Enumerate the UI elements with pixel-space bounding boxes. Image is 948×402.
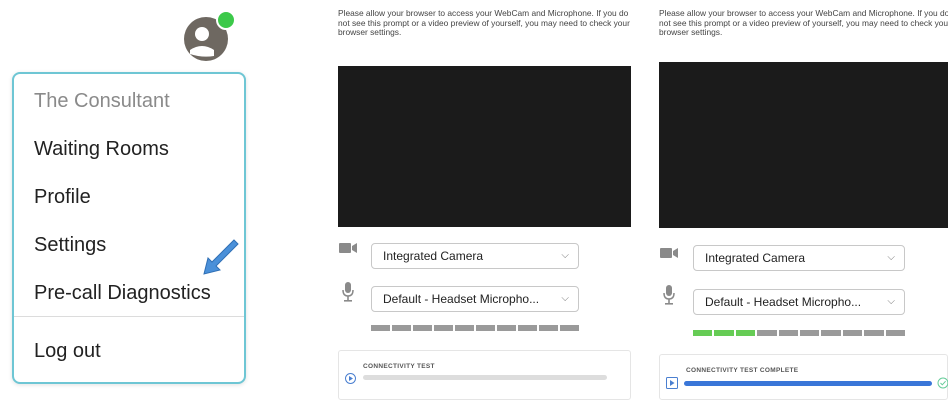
microphone-icon bbox=[342, 282, 354, 302]
level-segment bbox=[560, 325, 579, 331]
camera-icon bbox=[660, 248, 678, 258]
level-segment bbox=[864, 330, 884, 336]
online-status-icon bbox=[216, 10, 236, 30]
level-segment bbox=[497, 325, 516, 331]
chevron-down-icon: ⌵ bbox=[561, 250, 569, 261]
connectivity-progress-fill bbox=[684, 381, 932, 386]
level-segment bbox=[714, 330, 734, 336]
level-segment bbox=[539, 325, 558, 331]
level-segment bbox=[434, 325, 453, 331]
level-segment bbox=[778, 330, 799, 336]
menu-item-settings[interactable]: Settings bbox=[34, 234, 106, 257]
play-icon[interactable] bbox=[345, 373, 356, 384]
microphone-level-meter bbox=[693, 330, 906, 336]
level-segment bbox=[371, 325, 390, 331]
level-segment bbox=[455, 325, 474, 331]
menu-item-pre-call-diagnostics[interactable]: Pre-call Diagnostics bbox=[34, 282, 211, 305]
level-segment bbox=[885, 330, 906, 336]
camera-icon bbox=[339, 243, 357, 253]
video-preview bbox=[338, 66, 631, 227]
chevron-down-icon: ⌵ bbox=[887, 296, 895, 307]
menu-item-waiting-rooms[interactable]: Waiting Rooms bbox=[34, 138, 169, 161]
connectivity-progress-bar bbox=[684, 381, 932, 386]
diagnostics-panel-before: Please allow your browser to access your… bbox=[338, 0, 638, 402]
level-segment bbox=[757, 330, 777, 336]
level-segment bbox=[735, 330, 756, 336]
menu-item-profile[interactable]: Profile bbox=[34, 186, 91, 209]
pointer-arrow-icon bbox=[203, 239, 239, 275]
camera-select[interactable]: Integrated Camera ⌵ bbox=[693, 245, 905, 271]
camera-select[interactable]: Integrated Camera ⌵ bbox=[371, 243, 579, 269]
level-segment bbox=[413, 325, 432, 331]
user-avatar-icon[interactable] bbox=[182, 10, 238, 62]
user-dropdown-menu: The Consultant Waiting Rooms Profile Set… bbox=[12, 72, 246, 384]
level-segment bbox=[476, 325, 495, 331]
menu-header-user-name: The Consultant bbox=[34, 90, 170, 112]
chevron-down-icon: ⌵ bbox=[887, 252, 895, 263]
camera-select-value: Integrated Camera bbox=[383, 249, 484, 263]
play-icon[interactable] bbox=[666, 377, 678, 389]
connectivity-test-card: CONNECTIVITY TEST bbox=[338, 350, 631, 400]
level-segment bbox=[800, 330, 820, 336]
connectivity-test-title: CONNECTIVITY TEST COMPLETE bbox=[686, 367, 799, 374]
permission-note: Please allow your browser to access your… bbox=[338, 8, 630, 37]
level-segment bbox=[693, 330, 713, 336]
connectivity-test-card: CONNECTIVITY TEST COMPLETE bbox=[659, 354, 948, 400]
connectivity-test-title: CONNECTIVITY TEST bbox=[363, 363, 435, 370]
menu-divider bbox=[14, 316, 244, 317]
level-segment bbox=[392, 325, 411, 331]
microphone-level-meter bbox=[371, 325, 579, 331]
microphone-select-value: Default - Headset Micropho... bbox=[705, 295, 862, 309]
menu-item-log-out[interactable]: Log out bbox=[34, 340, 101, 363]
level-segment bbox=[821, 330, 841, 336]
microphone-select[interactable]: Default - Headset Micropho... ⌵ bbox=[693, 289, 905, 315]
video-preview bbox=[659, 62, 948, 228]
level-segment bbox=[842, 330, 863, 336]
chevron-down-icon: ⌵ bbox=[561, 293, 569, 304]
camera-select-value: Integrated Camera bbox=[705, 251, 806, 265]
check-circle-icon bbox=[937, 377, 948, 389]
permission-note: Please allow your browser to access your… bbox=[659, 8, 948, 37]
diagnostics-panel-after: Please allow your browser to access your… bbox=[659, 0, 948, 402]
level-segment bbox=[518, 325, 537, 331]
microphone-icon bbox=[663, 285, 675, 305]
connectivity-progress-bar bbox=[363, 375, 607, 380]
microphone-select[interactable]: Default - Headset Micropho... ⌵ bbox=[371, 286, 579, 312]
microphone-select-value: Default - Headset Micropho... bbox=[383, 292, 540, 306]
